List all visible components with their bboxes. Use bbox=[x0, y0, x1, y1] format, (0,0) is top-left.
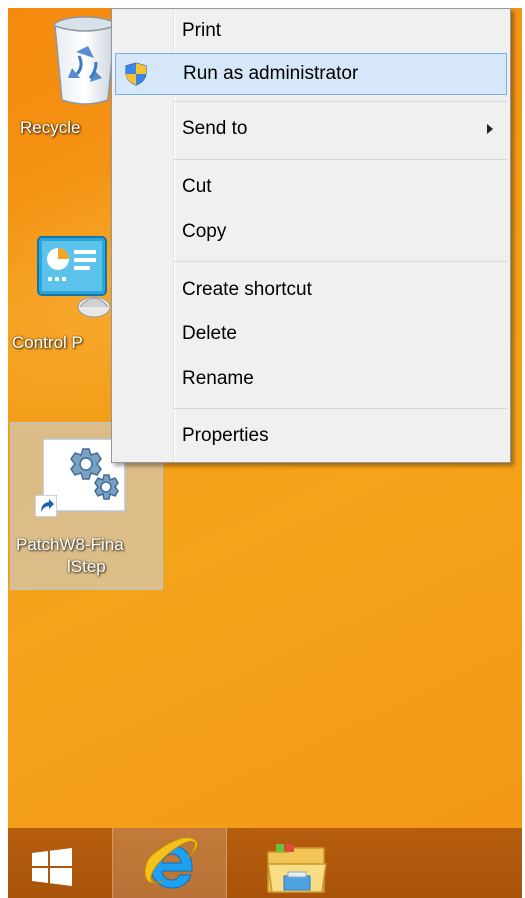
menu-separator bbox=[174, 261, 507, 262]
menu-item-label: Delete bbox=[182, 323, 237, 344]
menu-item-label: Print bbox=[182, 20, 222, 41]
menu-item-delete[interactable]: Delete bbox=[115, 314, 507, 356]
context-menu: Print Run as administrator Send to Cut C… bbox=[111, 8, 511, 463]
menu-item-create-shortcut[interactable]: Create shortcut bbox=[115, 270, 507, 312]
menu-item-rename[interactable]: Rename bbox=[115, 359, 507, 401]
taskbar-internet-explorer-button[interactable] bbox=[112, 828, 227, 898]
taskbar bbox=[8, 828, 522, 898]
menu-item-cut[interactable]: Cut bbox=[115, 167, 507, 209]
menu-item-copy[interactable]: Copy bbox=[115, 212, 507, 254]
menu-item-label: Send to bbox=[182, 118, 248, 139]
menu-item-label: Properties bbox=[182, 425, 269, 446]
menu-item-label: Rename bbox=[182, 368, 254, 389]
patchw8-label-line1: PatchW8-Fina bbox=[16, 535, 124, 554]
patchw8-label-line2: lStep bbox=[67, 557, 106, 576]
menu-item-label: Run as administrator bbox=[183, 63, 359, 84]
menu-separator bbox=[174, 159, 507, 160]
menu-item-label: Cut bbox=[182, 176, 212, 197]
uac-shield-icon bbox=[125, 62, 147, 86]
recycle-bin-label: Recycle bbox=[20, 118, 81, 137]
submenu-arrow-icon bbox=[487, 124, 493, 134]
windows-logo-icon bbox=[32, 848, 72, 886]
file-explorer-icon bbox=[267, 844, 327, 893]
menu-item-send-to[interactable]: Send to bbox=[115, 109, 507, 151]
shortcut-arrow-icon bbox=[35, 495, 57, 517]
menu-separator bbox=[174, 101, 507, 102]
control-panel-icon bbox=[37, 236, 110, 318]
taskbar-file-explorer-button[interactable] bbox=[228, 828, 343, 898]
start-button[interactable] bbox=[8, 828, 112, 898]
menu-item-print[interactable]: Print bbox=[115, 11, 507, 53]
menu-separator bbox=[174, 408, 507, 409]
recycle-bin-icon bbox=[53, 16, 117, 105]
internet-explorer-icon bbox=[144, 837, 198, 889]
menu-item-label: Create shortcut bbox=[182, 279, 312, 300]
menu-item-properties[interactable]: Properties bbox=[115, 416, 507, 458]
menu-item-run-as-administrator[interactable]: Run as administrator bbox=[115, 53, 507, 95]
menu-item-label: Copy bbox=[182, 221, 227, 242]
control-panel-label: Control P bbox=[12, 333, 83, 352]
